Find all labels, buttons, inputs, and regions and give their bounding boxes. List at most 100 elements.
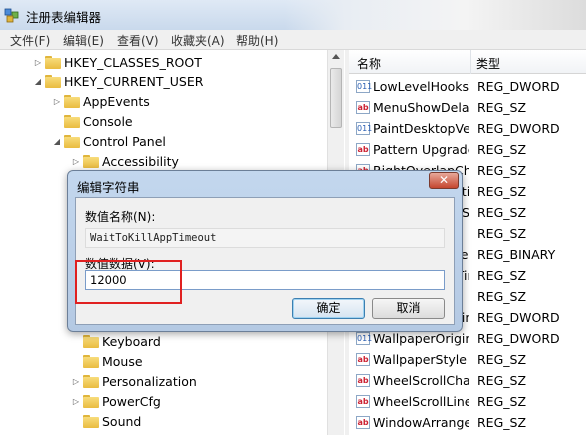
list-row-name: WindowArrangementActive (373, 415, 469, 430)
list-row-type: REG_SZ (477, 142, 527, 157)
expand-icon[interactable]: ▷ (33, 58, 43, 67)
list-row-type: REG_DWORD (477, 310, 560, 325)
tree-item-label: Sound (102, 413, 142, 429)
list-row[interactable]: ab WallpaperStyle REG_SZ (349, 349, 586, 370)
string-icon: ab (356, 101, 370, 114)
collapse-icon[interactable]: ◢ (33, 77, 43, 86)
string-icon: ab (356, 353, 370, 366)
list-row-name: WallpaperOriginY (373, 331, 469, 346)
tree-item-label: Keyboard (102, 333, 161, 349)
list-row[interactable]: ab MenuShowDelay REG_SZ (349, 97, 586, 118)
dialog-title: 编辑字符串 (77, 180, 140, 195)
tree-item-label: Personalization (102, 373, 197, 389)
list-row-type: REG_DWORD (477, 121, 560, 136)
ok-button[interactable]: 确定 (292, 298, 365, 319)
expand-icon[interactable]: ▷ (52, 97, 62, 106)
menu-view[interactable]: 查看(V) (117, 32, 159, 49)
value-name-field: WaitToKillAppTimeout (85, 228, 445, 248)
annotation-highlight-box (75, 260, 182, 304)
string-icon: ab (356, 143, 370, 156)
folder-icon (83, 374, 99, 388)
dword-icon: 011 (356, 332, 373, 345)
folder-open-icon (64, 134, 80, 148)
list-row-type: REG_SZ (477, 394, 527, 409)
list-row-type: REG_BINARY (477, 247, 556, 262)
tree-item-label: Accessibility (102, 153, 179, 169)
menu-favorites[interactable]: 收藏夹(A) (171, 32, 225, 49)
list-row-type: REG_SZ (477, 352, 527, 367)
column-header-type[interactable]: 类型 (476, 55, 500, 72)
menu-file[interactable]: 文件(F) (10, 32, 50, 49)
tree-item-powercfg[interactable]: ▷ PowerCfg (71, 391, 161, 411)
list-row-type: REG_DWORD (477, 79, 560, 94)
list-row-name: WallpaperStyle (373, 352, 467, 367)
menu-help[interactable]: 帮助(H) (236, 32, 278, 49)
expand-icon[interactable]: ▷ (71, 397, 81, 406)
column-header-name[interactable]: 名称 (357, 55, 381, 72)
column-separator[interactable] (470, 50, 471, 74)
folder-icon (64, 114, 80, 128)
tree-item-mouse[interactable]: Mouse (71, 351, 143, 371)
expand-icon[interactable]: ▷ (71, 377, 81, 386)
tree-item-sound[interactable]: Sound (71, 411, 141, 431)
menu-bar: 文件(F) 编辑(E) 查看(V) 收藏夹(A) 帮助(H) (0, 30, 586, 50)
folder-open-icon (45, 74, 61, 88)
folder-icon (45, 55, 61, 69)
collapse-icon[interactable]: ◢ (52, 137, 62, 146)
list-row-type: REG_SZ (477, 184, 527, 199)
tree-item-appevents[interactable]: ▷ AppEvents (52, 91, 150, 111)
dword-icon: 011 (356, 80, 373, 93)
list-row[interactable]: ab Pattern Upgrade REG_SZ (349, 139, 586, 160)
folder-icon (64, 94, 80, 108)
folder-icon (83, 154, 99, 168)
tree-item-keyboard[interactable]: Keyboard (71, 331, 161, 351)
value-name-label: 数值名称(N): (85, 210, 156, 224)
scroll-up-arrow-icon[interactable] (332, 54, 340, 59)
list-row-type: REG_SZ (477, 268, 527, 283)
list-row-type: REG_SZ (477, 226, 527, 241)
list-row-name: PaintDesktopVersion (373, 121, 469, 136)
menu-edit[interactable]: 编辑(E) (63, 32, 104, 49)
window-title: 注册表编辑器 (26, 10, 102, 25)
folder-icon (83, 334, 99, 348)
tree-item-label: Mouse (102, 353, 143, 369)
tree-item-personalization[interactable]: ▷ Personalization (71, 371, 197, 391)
title-bar-background (285, 0, 586, 30)
string-icon: ab (356, 416, 370, 429)
string-icon: ab (356, 374, 370, 387)
list-row-name: MenuShowDelay (373, 100, 469, 115)
list-row[interactable]: ab WheelScrollLines REG_SZ (349, 391, 586, 412)
close-icon[interactable]: ✕ (429, 172, 459, 189)
list-row-name: LowLevelHooksTimeout (373, 79, 469, 94)
list-row[interactable]: 011LowLevelHooksTimeout REG_DWORD (349, 76, 586, 97)
folder-icon (83, 414, 99, 428)
string-icon: ab (356, 395, 370, 408)
tree-item-hkcu[interactable]: ◢ HKEY_CURRENT_USER (33, 71, 204, 91)
tree-item-control-panel[interactable]: ◢ Control Panel (52, 131, 166, 151)
expand-icon[interactable]: ▷ (71, 157, 81, 166)
list-row-type: REG_SZ (477, 373, 527, 388)
cancel-button[interactable]: 取消 (372, 298, 445, 319)
dword-icon: 011 (356, 122, 373, 135)
tree-item-label: HKEY_CLASSES_ROOT (64, 54, 202, 70)
list-header: 名称 类型 (349, 50, 586, 74)
list-row-type: REG_DWORD (477, 331, 560, 346)
title-bar: 注册表编辑器 (0, 0, 586, 30)
tree-item-label: Control Panel (83, 133, 166, 149)
list-row-name: Pattern Upgrade (373, 142, 469, 157)
list-row-name: WheelScrollChars (373, 373, 469, 388)
list-row[interactable]: abWheelScrollChars REG_SZ (349, 370, 586, 391)
edit-string-dialog: 编辑字符串 ✕ 数值名称(N): WaitToKillAppTimeout 数值… (67, 170, 463, 332)
list-row[interactable]: abWindowArrangementActive REG_SZ (349, 412, 586, 433)
tree-item-console[interactable]: Console (52, 111, 133, 131)
list-row-type: REG_SZ (477, 163, 527, 178)
folder-icon (83, 354, 99, 368)
tree-item-label: Console (83, 113, 133, 129)
tree-item-accessibility[interactable]: ▷ Accessibility (71, 151, 179, 171)
scrollbar-thumb[interactable] (330, 68, 342, 128)
list-row-type: REG_SZ (477, 100, 527, 115)
list-row[interactable]: 011PaintDesktopVersion REG_DWORD (349, 118, 586, 139)
list-row-type: REG_SZ (477, 415, 527, 430)
tree-item-label: HKEY_CURRENT_USER (64, 73, 204, 89)
tree-item-hkcr[interactable]: ▷ HKEY_CLASSES_ROOT (33, 52, 202, 72)
